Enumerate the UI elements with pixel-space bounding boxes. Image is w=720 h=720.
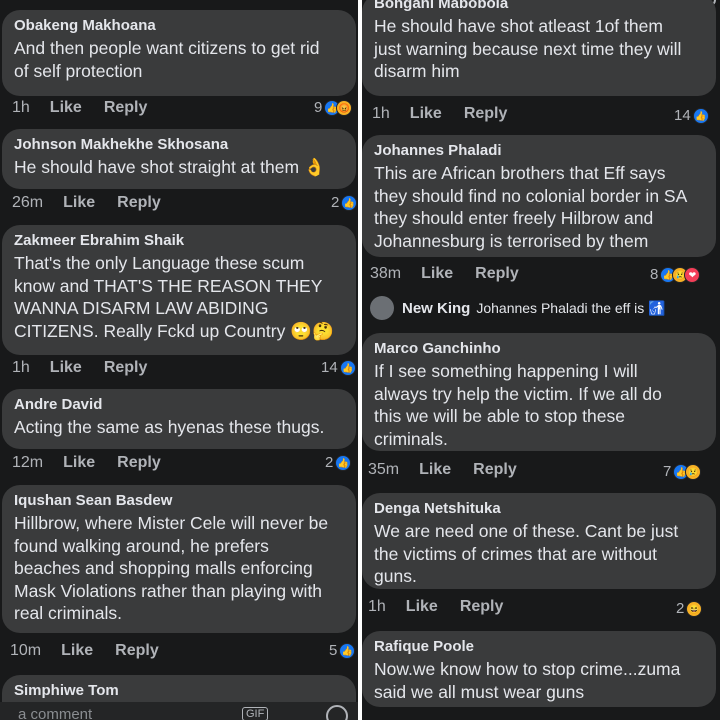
comment-time: 35m [368, 461, 400, 478]
comment-time: 1h [372, 105, 390, 122]
comment-author[interactable]: Simphiwe Tom [14, 681, 346, 700]
like-button[interactable]: Like [410, 105, 442, 122]
comment-actions: 1h Like Reply [12, 358, 147, 378]
comment-text: And then people want citizens to get rid… [14, 38, 320, 81]
comment-bubble: Johannes Phaladi This are African brothe… [362, 135, 716, 257]
reply-author[interactable]: New King [402, 300, 470, 317]
comment-author[interactable]: Bongani Mabobola [374, 0, 706, 13]
like-reaction-icon: 👍 [339, 360, 356, 376]
comment-author[interactable]: Andre David [14, 395, 346, 414]
gif-button[interactable]: GIF [242, 707, 269, 720]
reply-button[interactable]: Reply [117, 454, 161, 471]
sad-reaction-icon: 😢 [685, 464, 702, 480]
comment-text: He should have shot straight at them 👌 [14, 157, 326, 177]
comment-time: 1h [12, 99, 30, 116]
comment-bubble: Zakmeer Ebrahim Shaik That's the only La… [2, 225, 356, 355]
comment-author[interactable]: Zakmeer Ebrahim Shaik [14, 231, 346, 250]
comment-author[interactable]: Johannes Phaladi [374, 141, 706, 160]
comment-bubble: Johnson Makhekhe Skhosana He should have… [2, 129, 356, 189]
reaction-count[interactable]: 5 👍 [329, 642, 356, 660]
comment-composer[interactable]: a comment GIF [0, 702, 358, 720]
like-button[interactable]: Like [419, 461, 451, 478]
comment-actions: 1h Like Reply [12, 98, 147, 118]
comment-author[interactable]: Johnson Makhekhe Skhosana [14, 135, 346, 154]
comment-actions: 1h Like Reply [372, 104, 507, 124]
love-reaction-icon: ❤ [684, 267, 701, 283]
like-reaction-icon: 👍 [335, 455, 352, 471]
comment-actions: 12m Like Reply [12, 453, 161, 473]
haha-reaction-icon: 😆 [686, 601, 703, 617]
reply-button[interactable]: Reply [475, 265, 519, 282]
comment-time: 38m [370, 265, 402, 282]
angry-reaction-icon: 😡 [336, 100, 353, 116]
reaction-count[interactable]: 9 👍 😡 [314, 99, 353, 117]
reaction-count[interactable]: 14 👍 [321, 359, 356, 377]
comment-author[interactable]: Marco Ganchinho [374, 339, 706, 358]
comment-text: That's the only Language these scum know… [14, 253, 334, 341]
reaction-count[interactable]: 2 👍 [325, 454, 352, 472]
comment-text: Hillbrow, where Mister Cele will never b… [14, 513, 329, 623]
comment-bubble: Obakeng Makhoana And then people want ci… [2, 10, 356, 96]
comment-actions: 26m Like Reply [12, 193, 161, 213]
comment-text: If I see something happening I will alwa… [374, 361, 662, 449]
comment-time: 1h [12, 359, 30, 376]
emoji-icon[interactable] [326, 705, 348, 720]
reply-button[interactable]: Reply [115, 642, 159, 659]
comment-bubble: Marco Ganchinho If I see something happe… [362, 333, 716, 451]
comment-text: This are African brothers that Eff says … [374, 163, 688, 251]
comment-author[interactable]: Rafique Poole [374, 637, 706, 656]
comment-actions: 38m Like Reply [370, 264, 519, 284]
like-button[interactable]: Like [50, 99, 82, 116]
reply-button[interactable]: Reply [104, 99, 148, 116]
like-reaction-icon: 👍 [692, 108, 709, 124]
comment-author[interactable]: Iqushan Sean Basdew [14, 491, 346, 510]
comment-author[interactable]: Denga Netshituka [374, 499, 706, 518]
comment-time: 10m [10, 642, 42, 659]
reaction-count[interactable]: 2 👍 [331, 194, 358, 212]
reaction-count[interactable]: 7 👍 😢 [663, 463, 702, 481]
comment-text: He should have shot atleast 1of them jus… [374, 16, 682, 81]
like-button[interactable]: Like [61, 642, 93, 659]
comment-bubble: Rafique Poole Now.we know how to stop cr… [362, 631, 716, 707]
comment-text: Now.we know how to stop crime...zuma sai… [374, 659, 681, 702]
comment-text: We are need one of these. Cant be just t… [374, 521, 679, 586]
comment-input-placeholder[interactable]: a comment [18, 706, 92, 720]
nested-reply[interactable]: New King Johannes Phaladi the eff is 🚮 [370, 296, 666, 320]
comment-bubble: Denga Netshituka We are need one of thes… [362, 493, 716, 589]
like-button[interactable]: Like [406, 598, 438, 615]
reaction-count[interactable]: 14 👍 [674, 107, 709, 125]
reaction-count[interactable]: 2 😆 [676, 600, 703, 618]
comment-time: 12m [12, 454, 44, 471]
comment-actions: 35m Like Reply [368, 460, 517, 480]
comment-bubble: Bongani Mabobola He should have shot atl… [362, 0, 716, 96]
like-button[interactable]: Like [63, 194, 95, 211]
reaction-count[interactable]: 8 👍 😢 ❤ [650, 266, 701, 284]
reply-button[interactable]: Reply [104, 359, 148, 376]
comment-bubble: Iqushan Sean Basdew Hillbrow, where Mist… [2, 485, 356, 633]
reply-button[interactable]: Reply [464, 105, 508, 122]
like-button[interactable]: Like [421, 265, 453, 282]
comment-actions: 1h Like Reply [368, 597, 503, 617]
like-button[interactable]: Like [63, 454, 95, 471]
reply-text: Johannes Phaladi the eff is 🚮 [476, 299, 666, 316]
like-reaction-icon: 👍 [341, 195, 358, 211]
comment-time: 1h [368, 598, 386, 615]
avatar[interactable] [370, 296, 394, 320]
comment-bubble: Andre David Acting the same as hyenas th… [2, 389, 356, 449]
like-reaction-icon: 👍 [339, 643, 356, 659]
comment-time: 26m [12, 194, 44, 211]
comment-author[interactable]: Obakeng Makhoana [14, 16, 346, 35]
reply-button[interactable]: Reply [460, 598, 504, 615]
reply-button[interactable]: Reply [473, 461, 517, 478]
left-comment-column: Obakeng Makhoana And then people want ci… [0, 0, 358, 720]
reply-button[interactable]: Reply [117, 194, 161, 211]
right-comment-column: Bongani Mabobola He should have shot atl… [362, 0, 720, 720]
comment-text: Acting the same as hyenas these thugs. [14, 417, 325, 437]
comment-actions: 10m Like Reply [10, 641, 159, 661]
like-button[interactable]: Like [50, 359, 82, 376]
